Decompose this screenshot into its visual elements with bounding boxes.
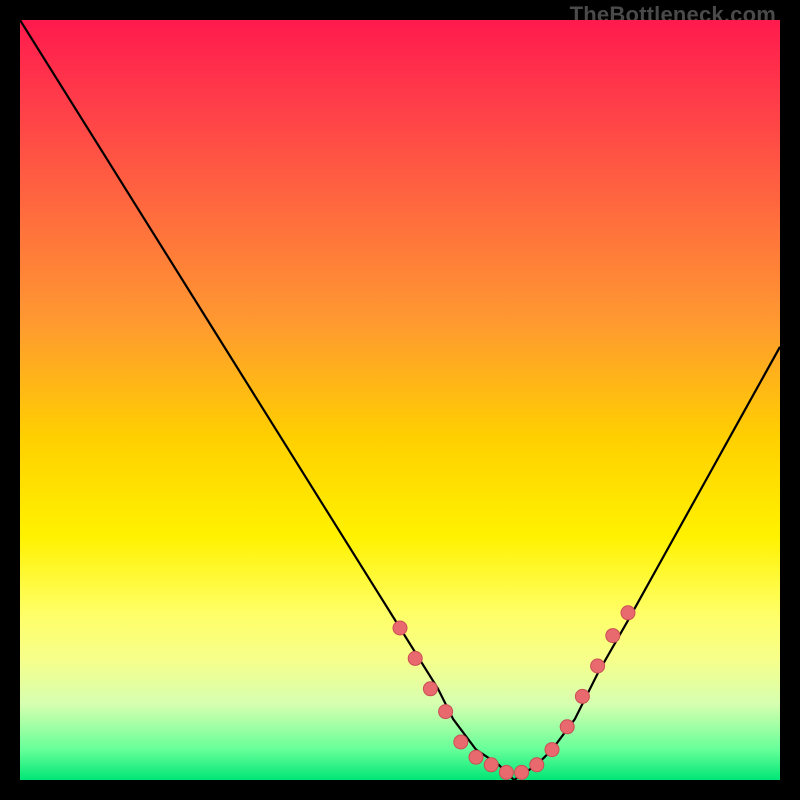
curve-marker [560, 720, 574, 734]
curve-marker [545, 743, 559, 757]
curve-marker [423, 682, 437, 696]
curve-svg [20, 20, 780, 780]
curve-marker [408, 651, 422, 665]
curve-marker [621, 606, 635, 620]
curve-marker [530, 758, 544, 772]
curve-marker [439, 705, 453, 719]
curve-marker [393, 621, 407, 635]
plot-area [20, 20, 780, 780]
curve-marker [484, 758, 498, 772]
chart-frame: TheBottleneck.com [0, 0, 800, 800]
curve-marker [499, 765, 513, 779]
curve-marker [606, 629, 620, 643]
curve-markers [393, 606, 635, 780]
bottleneck-curve [20, 20, 780, 780]
curve-marker [454, 735, 468, 749]
curve-marker [591, 659, 605, 673]
curve-marker [469, 750, 483, 764]
curve-marker [575, 689, 589, 703]
curve-marker [515, 765, 529, 779]
